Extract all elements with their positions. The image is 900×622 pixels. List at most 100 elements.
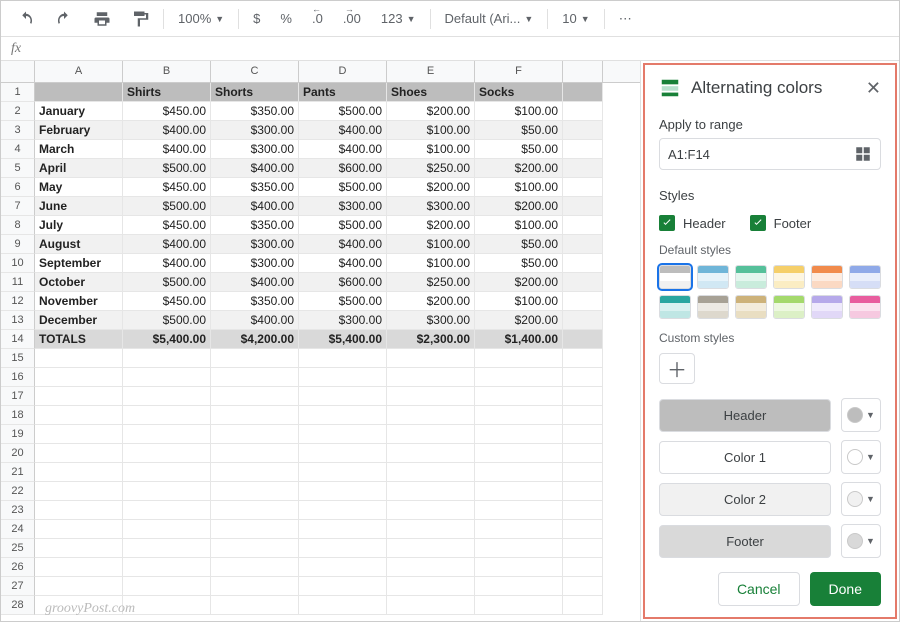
redo-button[interactable] xyxy=(49,6,79,32)
cell[interactable]: $50.00 xyxy=(475,235,563,254)
cell[interactable]: $450.00 xyxy=(123,292,211,311)
cell[interactable]: $2,300.00 xyxy=(387,330,475,349)
cell[interactable] xyxy=(299,482,387,501)
cell[interactable] xyxy=(299,539,387,558)
cell[interactable] xyxy=(563,463,603,482)
cell[interactable]: $600.00 xyxy=(299,273,387,292)
cell[interactable] xyxy=(563,349,603,368)
cell[interactable] xyxy=(123,387,211,406)
cell[interactable]: $100.00 xyxy=(475,292,563,311)
cell[interactable] xyxy=(475,463,563,482)
cell[interactable] xyxy=(35,539,123,558)
row-header[interactable]: 1 xyxy=(1,83,35,102)
cell[interactable] xyxy=(299,596,387,615)
cell[interactable] xyxy=(563,539,603,558)
cell[interactable] xyxy=(123,558,211,577)
cell[interactable]: $300.00 xyxy=(211,140,299,159)
cell[interactable] xyxy=(475,596,563,615)
cell[interactable]: $500.00 xyxy=(123,159,211,178)
cell[interactable] xyxy=(475,558,563,577)
formula-bar[interactable]: fx xyxy=(1,37,899,61)
cell[interactable]: March xyxy=(35,140,123,159)
format-currency-button[interactable]: $ xyxy=(247,7,266,30)
cell[interactable] xyxy=(563,216,603,235)
cell[interactable] xyxy=(563,178,603,197)
row-header[interactable]: 15 xyxy=(1,349,35,368)
paint-format-button[interactable] xyxy=(125,6,155,32)
col-header-F[interactable]: F xyxy=(475,61,563,82)
cell[interactable] xyxy=(563,387,603,406)
cell[interactable]: $400.00 xyxy=(211,311,299,330)
cell[interactable] xyxy=(387,425,475,444)
col-header-B[interactable]: B xyxy=(123,61,211,82)
cell[interactable]: $100.00 xyxy=(475,216,563,235)
cell[interactable] xyxy=(387,501,475,520)
cell[interactable] xyxy=(35,83,123,102)
cell[interactable] xyxy=(563,254,603,273)
cell[interactable] xyxy=(123,520,211,539)
cell[interactable] xyxy=(35,501,123,520)
cell[interactable] xyxy=(211,425,299,444)
cell[interactable]: Shirts xyxy=(123,83,211,102)
header-color-picker[interactable]: ▼ xyxy=(841,398,881,432)
cell[interactable]: $500.00 xyxy=(299,216,387,235)
row-header[interactable]: 13 xyxy=(1,311,35,330)
row-header[interactable]: 2 xyxy=(1,102,35,121)
cell[interactable]: $500.00 xyxy=(123,273,211,292)
cell[interactable]: $450.00 xyxy=(123,216,211,235)
cell[interactable] xyxy=(35,406,123,425)
header-checkbox[interactable]: Header xyxy=(659,215,726,231)
cell[interactable]: $4,200.00 xyxy=(211,330,299,349)
col-header-A[interactable]: A xyxy=(35,61,123,82)
print-button[interactable] xyxy=(87,6,117,32)
cell[interactable] xyxy=(299,349,387,368)
cell[interactable] xyxy=(563,330,603,349)
cell[interactable] xyxy=(123,368,211,387)
cell[interactable] xyxy=(35,387,123,406)
style-swatch[interactable] xyxy=(849,265,881,289)
cell[interactable]: Shoes xyxy=(387,83,475,102)
cell[interactable] xyxy=(35,368,123,387)
cell[interactable] xyxy=(563,368,603,387)
cell[interactable]: $100.00 xyxy=(387,235,475,254)
style-swatch[interactable] xyxy=(735,295,767,319)
cell[interactable] xyxy=(299,558,387,577)
row-header[interactable]: 21 xyxy=(1,463,35,482)
cell[interactable] xyxy=(563,520,603,539)
style-swatch[interactable] xyxy=(773,295,805,319)
cell[interactable] xyxy=(211,387,299,406)
row-header[interactable]: 3 xyxy=(1,121,35,140)
cell[interactable] xyxy=(123,596,211,615)
row-header[interactable]: 25 xyxy=(1,539,35,558)
cell[interactable] xyxy=(563,482,603,501)
cell[interactable] xyxy=(211,444,299,463)
cell[interactable] xyxy=(387,368,475,387)
color2-row[interactable]: Color 2 xyxy=(659,483,831,516)
row-header[interactable]: 28 xyxy=(1,596,35,615)
cell[interactable] xyxy=(35,425,123,444)
row-header[interactable]: 9 xyxy=(1,235,35,254)
cell[interactable]: $400.00 xyxy=(123,140,211,159)
cell[interactable] xyxy=(387,558,475,577)
cell[interactable] xyxy=(211,482,299,501)
row-header[interactable]: 11 xyxy=(1,273,35,292)
cell[interactable]: $400.00 xyxy=(299,254,387,273)
cell[interactable] xyxy=(475,368,563,387)
cell[interactable] xyxy=(35,577,123,596)
cell[interactable]: $450.00 xyxy=(123,178,211,197)
cell[interactable]: $100.00 xyxy=(387,121,475,140)
cell[interactable] xyxy=(387,596,475,615)
cell[interactable]: $50.00 xyxy=(475,140,563,159)
cell[interactable] xyxy=(211,539,299,558)
row-header[interactable]: 24 xyxy=(1,520,35,539)
cell[interactable]: TOTALS xyxy=(35,330,123,349)
cell[interactable] xyxy=(475,444,563,463)
col-header-C[interactable]: C xyxy=(211,61,299,82)
cell[interactable]: $300.00 xyxy=(211,121,299,140)
cell[interactable] xyxy=(563,558,603,577)
row-header[interactable]: 17 xyxy=(1,387,35,406)
cell[interactable] xyxy=(563,273,603,292)
footer-color-row[interactable]: Footer xyxy=(659,525,831,558)
cell[interactable] xyxy=(211,368,299,387)
row-header[interactable]: 8 xyxy=(1,216,35,235)
